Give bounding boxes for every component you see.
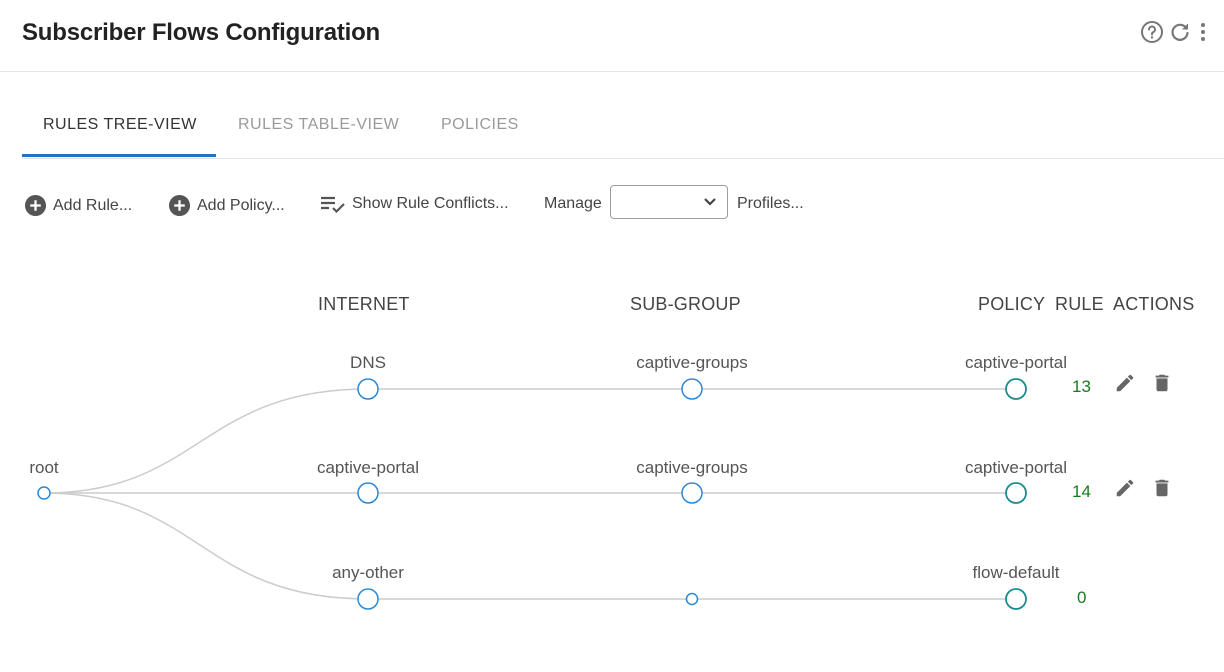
- policy-label: flow-default: [972, 563, 1060, 582]
- tree-node-policy[interactable]: [1005, 378, 1027, 400]
- delete-rule-button[interactable]: [1151, 372, 1173, 399]
- tree-node-root[interactable]: [37, 486, 51, 500]
- delete-rule-button[interactable]: [1151, 477, 1173, 504]
- pencil-icon: [1116, 479, 1134, 497]
- edit-rule-button[interactable]: [1114, 372, 1136, 399]
- tree-node-internet[interactable]: [357, 378, 379, 400]
- tree-node-subgroup[interactable]: [681, 482, 703, 504]
- rule-number: 13: [1072, 377, 1091, 396]
- trash-icon: [1155, 479, 1169, 497]
- rule-number: 14: [1072, 482, 1091, 501]
- tree-node-policy[interactable]: [1005, 588, 1027, 610]
- rule-number: 0: [1077, 588, 1087, 607]
- root-label: root: [29, 458, 59, 477]
- subgroup-label: captive-groups: [636, 353, 748, 372]
- tree-node-internet[interactable]: [357, 482, 379, 504]
- tree-link: [43, 492, 369, 600]
- internet-label: captive-portal: [316, 458, 420, 477]
- subgroup-label: captive-groups: [636, 458, 748, 477]
- tree-node-subgroup-empty[interactable]: [685, 592, 699, 606]
- pencil-icon: [1116, 374, 1134, 392]
- internet-label: DNS: [350, 353, 386, 372]
- tree-node-policy[interactable]: [1005, 482, 1027, 504]
- edit-rule-button[interactable]: [1114, 477, 1136, 504]
- policy-label: captive-portal: [964, 458, 1068, 477]
- trash-icon: [1155, 374, 1169, 392]
- internet-label: any-other: [332, 563, 404, 582]
- policy-label: captive-portal: [964, 353, 1068, 372]
- tree-node-internet[interactable]: [357, 588, 379, 610]
- tree-node-subgroup[interactable]: [681, 378, 703, 400]
